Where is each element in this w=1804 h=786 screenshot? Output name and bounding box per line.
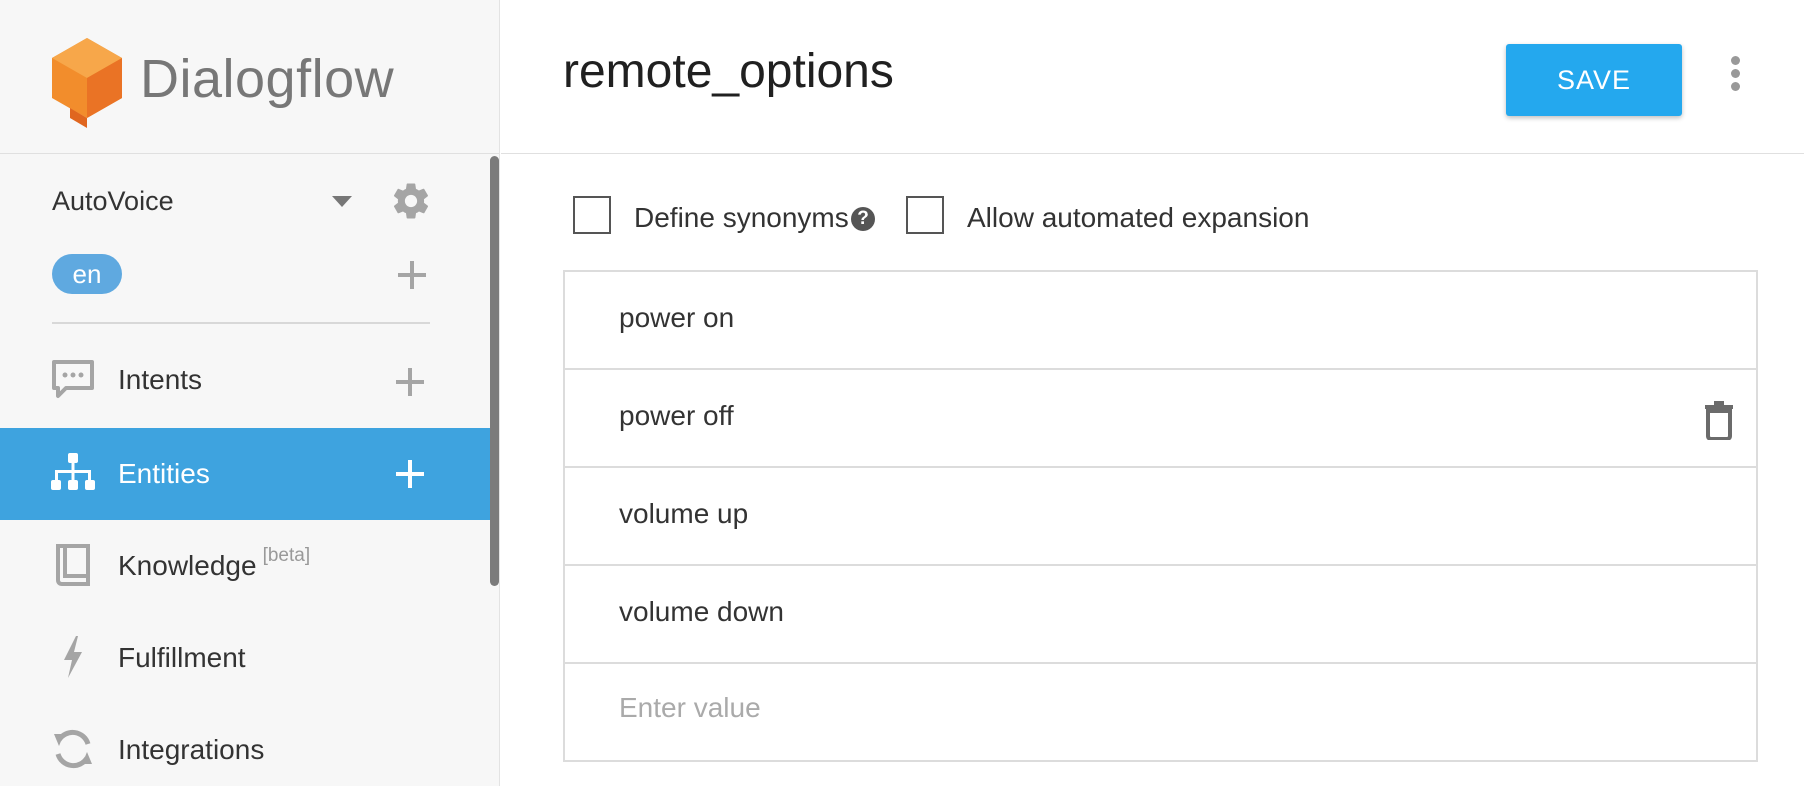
sidebar-item-label: Fulfillment — [118, 642, 246, 673]
table-row[interactable]: volume up — [565, 468, 1756, 566]
dialogflow-logo-icon — [52, 38, 122, 128]
sidebar-item-label: Intents — [118, 364, 203, 395]
help-icon[interactable]: ? — [851, 207, 875, 231]
sidebar-item-label: Knowledge [beta] — [118, 545, 311, 581]
chevron-down-icon[interactable] — [332, 196, 352, 207]
gear-icon[interactable] — [390, 180, 432, 222]
sidebar-divider — [52, 322, 430, 324]
agent-name[interactable]: AutoVoice — [52, 186, 174, 217]
language-row: en — [52, 254, 442, 296]
refresh-icon — [54, 729, 92, 769]
sidebar-item-fulfillment[interactable]: Fulfillment — [0, 612, 490, 704]
agent-selector[interactable]: AutoVoice — [52, 180, 442, 220]
entry-value[interactable]: power on — [619, 302, 734, 334]
sidebar-item-knowledge[interactable]: Knowledge [beta] — [0, 520, 490, 612]
entry-value[interactable]: volume down — [619, 596, 784, 628]
sidebar: Dialogflow AutoVoice en Intents Entities… — [0, 0, 500, 786]
define-synonyms-checkbox[interactable] — [573, 196, 611, 234]
sidebar-item-intents[interactable]: Intents — [0, 334, 490, 426]
entity-options: Define synonyms ? Allow automated expans… — [573, 196, 1473, 240]
trash-icon[interactable] — [1703, 400, 1735, 440]
automated-expansion-checkbox[interactable] — [906, 196, 944, 234]
entry-value[interactable]: power off — [619, 400, 734, 432]
automated-expansion-label: Allow automated expansion — [967, 202, 1310, 233]
page-title[interactable]: remote_options — [563, 44, 894, 99]
table-row[interactable]: volume down — [565, 566, 1756, 664]
language-badge[interactable]: en — [52, 254, 122, 294]
add-intent-icon[interactable] — [396, 368, 424, 396]
define-synonyms-label: Define synonyms — [634, 202, 849, 233]
app-logo-text[interactable]: Dialogflow — [140, 48, 394, 110]
save-button[interactable]: SAVE — [1506, 44, 1682, 116]
book-icon — [56, 544, 90, 586]
entry-value[interactable]: volume up — [619, 498, 748, 530]
hierarchy-icon — [51, 453, 95, 490]
add-language-icon[interactable] — [398, 261, 426, 289]
more-options-icon[interactable] — [1729, 56, 1741, 92]
add-entity-icon[interactable] — [396, 460, 424, 488]
sidebar-item-label: Entities — [118, 458, 210, 489]
table-row[interactable]: power on — [565, 272, 1756, 370]
table-row[interactable]: power off — [565, 370, 1756, 468]
beta-badge: [beta] — [262, 545, 311, 566]
entity-entries-table: power on power off volume up volume down — [563, 270, 1758, 762]
chat-bubble-icon — [52, 360, 94, 398]
sidebar-item-entities[interactable]: Entities — [0, 428, 490, 520]
bolt-icon — [64, 636, 82, 678]
entity-header: remote_options SAVE — [501, 0, 1804, 154]
logo-area: Dialogflow — [0, 0, 499, 154]
sidebar-scrollbar[interactable] — [490, 156, 499, 586]
new-entry-row[interactable] — [565, 664, 1756, 760]
enter-value-input[interactable] — [619, 692, 1619, 724]
sidebar-item-label: Integrations — [118, 734, 265, 765]
sidebar-item-integrations[interactable]: Integrations — [0, 704, 490, 786]
